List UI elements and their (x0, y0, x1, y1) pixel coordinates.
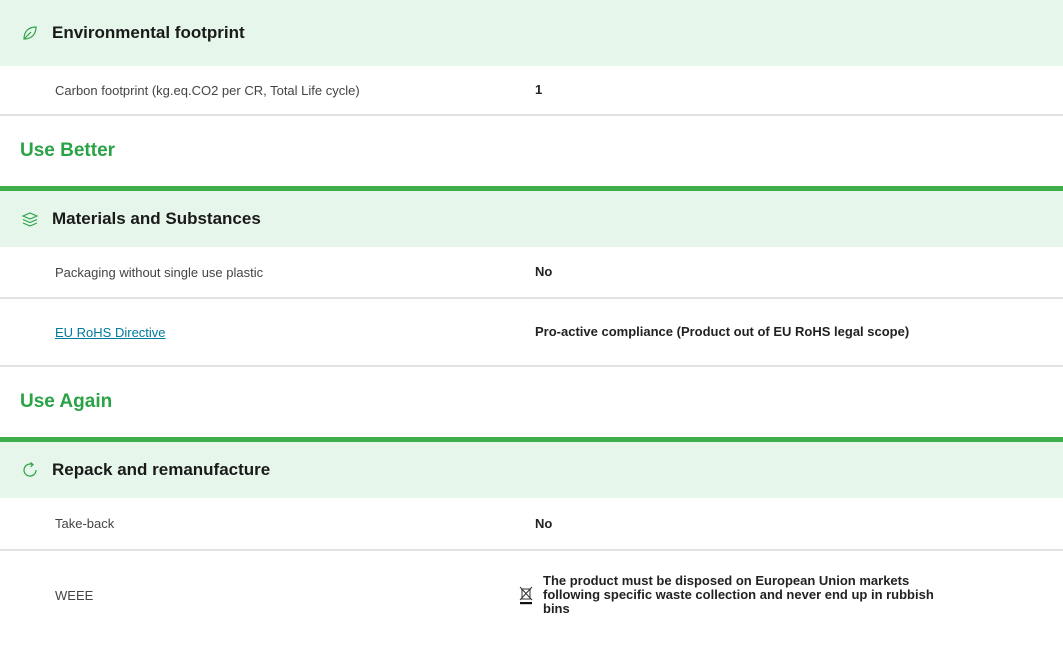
data-row-take-back: Take-back No (0, 498, 1063, 551)
group-title: Materials and Substances (52, 209, 261, 228)
row-label: WEEE (55, 587, 94, 603)
row-value-with-icon: The product must be disposed on European… (519, 574, 943, 616)
row-value: 1 (535, 82, 543, 97)
row-value: Pro-active compliance (Product out of EU… (535, 324, 910, 339)
data-row-eu-rohs: EU RoHS Directive Pro-active compliance … (0, 299, 1063, 367)
group-title: Environmental footprint (52, 23, 245, 42)
environmental-data-page: Environmental footprint Carbon footprint… (0, 0, 1063, 639)
data-row-packaging: Packaging without single use plastic No (0, 247, 1063, 299)
refresh-icon (20, 460, 40, 480)
section-title-text: Use Better (20, 140, 116, 161)
row-label: EU RoHS Directive (55, 325, 535, 340)
group-header-materials-and-substances: Materials and Substances (0, 191, 1063, 247)
section-title-text: Use Again (20, 391, 113, 412)
section-title-use-better: Use Better (0, 116, 1063, 186)
group-header-environmental-footprint: Environmental footprint (0, 0, 1063, 66)
row-value: No (535, 515, 553, 531)
crossed-bin-icon (519, 585, 533, 605)
group-header-repack-and-remanufacture: Repack and remanufacture (0, 442, 1063, 498)
group-title: Repack and remanufacture (52, 460, 271, 479)
leaf-icon (20, 23, 40, 43)
row-label: Take-back (55, 516, 115, 531)
row-label: Carbon footprint (kg.eq.CO2 per CR, Tota… (55, 82, 360, 98)
row-value: The product must be disposed on European… (543, 573, 934, 616)
eu-rohs-directive-link[interactable]: EU RoHS Directive (55, 325, 166, 340)
data-row-carbon-footprint: Carbon footprint (kg.eq.CO2 per CR, Tota… (0, 66, 1063, 116)
row-value: No (535, 264, 553, 279)
row-label: Packaging without single use plastic (55, 264, 264, 280)
data-row-weee: WEEE The product must be disposed on Eur… (0, 551, 1063, 639)
layers-icon (20, 209, 40, 229)
section-title-use-again: Use Again (0, 367, 1063, 437)
